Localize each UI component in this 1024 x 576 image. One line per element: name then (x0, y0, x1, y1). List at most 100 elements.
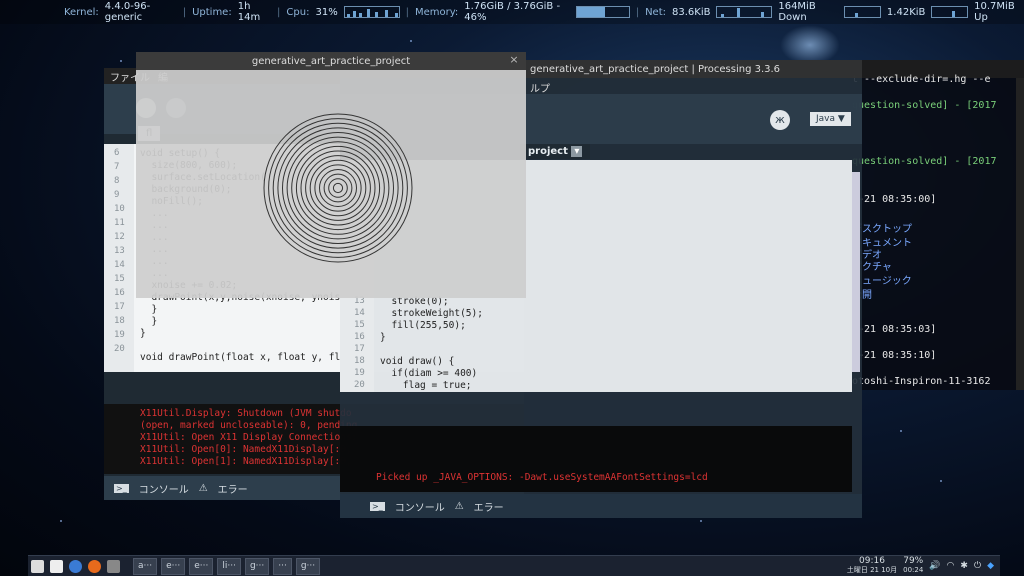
errors-tab-left[interactable]: エラー (218, 481, 248, 496)
uptime-value: 1h 14m (237, 1, 261, 23)
console-right: Picked up _JAVA_OPTIONS: -Dawt.useSystem… (340, 426, 852, 492)
line-number: 6 (114, 148, 120, 158)
code-line: fill(255,50); (380, 320, 466, 331)
code-line: } (140, 328, 146, 339)
editor-right-scrollbar[interactable] (852, 172, 860, 372)
ring (300, 150, 376, 226)
memory-value: 1.76GiB / 3.76GiB - 46% (464, 1, 561, 23)
ring (295, 145, 381, 231)
mode-selector[interactable]: Java ▼ (810, 112, 851, 126)
sketch-title: generative_art_practice_project (251, 55, 411, 67)
code-line: strokeWeight(5); (380, 308, 483, 319)
clock-time[interactable]: 09:16 (847, 557, 897, 566)
sketch-output-window[interactable]: generative_art_practice_project × (136, 52, 526, 298)
taskbar-task[interactable]: e··· (161, 557, 186, 575)
terminal-scrollbar[interactable] (1016, 78, 1024, 390)
line-number: 10 (114, 204, 125, 214)
tab-dropdown-icon[interactable]: ▾ (571, 146, 583, 157)
console-tab-right[interactable]: コンソール (395, 499, 445, 514)
line-number: 14 (114, 260, 125, 270)
clock-date: 土曜日 21 10月 (846, 566, 898, 574)
close-icon[interactable]: × (508, 54, 520, 66)
console-line: X11Util.Display: Shutdown (JVM shutdo (140, 408, 352, 419)
editor-right-title: generative_art_practice_project | Proces… (530, 63, 781, 75)
taskbar-task[interactable]: ··· (273, 557, 292, 575)
files-icon[interactable] (50, 559, 63, 573)
terminal-line: t --exclude-dir=.hg --e (852, 74, 991, 85)
sketch-titlebar[interactable]: generative_art_practice_project × (136, 52, 526, 70)
line-number: 17 (114, 302, 125, 312)
ring (328, 178, 348, 198)
editor-right-menu-help[interactable]: ルプ (530, 80, 550, 95)
firefox-icon[interactable] (88, 559, 101, 573)
task-list: a··· e··· e··· li··· g··· ··· g··· (131, 557, 322, 575)
ring (268, 118, 408, 258)
code-line: void draw() { (380, 356, 455, 367)
console-icon-right: >_ (370, 501, 385, 511)
ring (319, 169, 357, 207)
settings-icon[interactable] (107, 559, 120, 573)
terminal-line: otoshi-Inspiron-11-3162 (852, 376, 991, 387)
line-number: 7 (114, 162, 120, 172)
cpu-graph (343, 6, 400, 18)
editor-right-bottom-tabs: >_ コンソール ⚠ エラー (340, 494, 862, 518)
taskbar-task[interactable]: g··· (295, 557, 321, 575)
net-up-graph-2 (931, 6, 969, 18)
code-line: flag = true; (380, 380, 472, 391)
code-line: if(diam >= 400) (380, 368, 478, 379)
line-number: 11 (114, 218, 125, 228)
taskbar-task[interactable]: a··· (133, 557, 158, 575)
taskbar-task[interactable]: li··· (217, 557, 241, 575)
terminal-line: 0-21 08:35:10] (852, 350, 937, 361)
ring (286, 136, 390, 240)
ring (282, 132, 394, 244)
errors-tab-right[interactable]: エラー (474, 499, 504, 514)
line-number: 20 (354, 380, 365, 390)
line-number: 15 (354, 320, 365, 330)
code-line: } (380, 332, 386, 343)
system-tray: 09:16 土曜日 21 10月 79% 00:24 🔊 ◠ ✱ ⏻ ◆ (847, 557, 1000, 575)
net-label: Net: (645, 6, 667, 18)
kernel-value: 4.4.0-96-generic (104, 1, 151, 23)
sketch-tab-right[interactable]: project ▾ (520, 144, 591, 159)
ring (332, 182, 344, 194)
ring (309, 159, 367, 217)
code-line: void drawPoint(float x, float y, float (140, 352, 358, 363)
line-number: 15 (114, 274, 125, 284)
console-tab-left[interactable]: コンソール (139, 481, 189, 496)
terminal-line: 0-21 08:35:00] (852, 194, 937, 205)
battery-percent: 79% (903, 556, 924, 566)
bluetooth-icon[interactable]: ✱ (960, 561, 968, 571)
taskbar-task[interactable]: g··· (244, 557, 270, 575)
memory-graph (575, 6, 630, 18)
net-up-graph (844, 6, 881, 18)
line-number: 14 (354, 308, 365, 318)
code-line: } (140, 316, 158, 327)
ring (263, 113, 413, 263)
power-icon[interactable]: ⏻ (974, 561, 981, 571)
net-down-total: 164MiB Down (778, 1, 816, 23)
uptime-label: Uptime: (192, 6, 232, 18)
line-number: 20 (114, 344, 125, 354)
warning-icon-right: ⚠ (454, 500, 464, 512)
console-line: (open, marked uncloseable): 0, pending (140, 420, 358, 431)
volume-icon[interactable]: 🔊 (929, 561, 940, 571)
dropbox-icon[interactable]: ◆ (987, 561, 994, 571)
console-line: X11Util: Open[0]: NamedX11Display[:0, (140, 444, 352, 455)
terminal-line: question-solved] - [2017 (852, 100, 997, 111)
line-number: 19 (354, 368, 365, 378)
line-number: 18 (354, 356, 365, 366)
debug-butterfly-icon[interactable]: ж (770, 110, 790, 130)
mail-icon[interactable] (31, 559, 44, 573)
terminal-line: question-solved] - [2017 (852, 156, 997, 167)
line-gutter-left: 6 7 8 9 10 11 12 13 14 15 16 17 18 19 20 (104, 144, 134, 372)
taskbar-task[interactable]: e··· (189, 557, 214, 575)
line-number: 19 (114, 330, 125, 340)
console-line: X11Util: Open X11 Display Connections: (140, 432, 358, 443)
console-icon: >_ (114, 483, 129, 493)
wifi-icon[interactable]: ◠ (947, 561, 955, 571)
memory-label: Memory: (414, 6, 459, 18)
chromium-icon[interactable] (69, 559, 82, 573)
line-number: 16 (354, 332, 365, 342)
